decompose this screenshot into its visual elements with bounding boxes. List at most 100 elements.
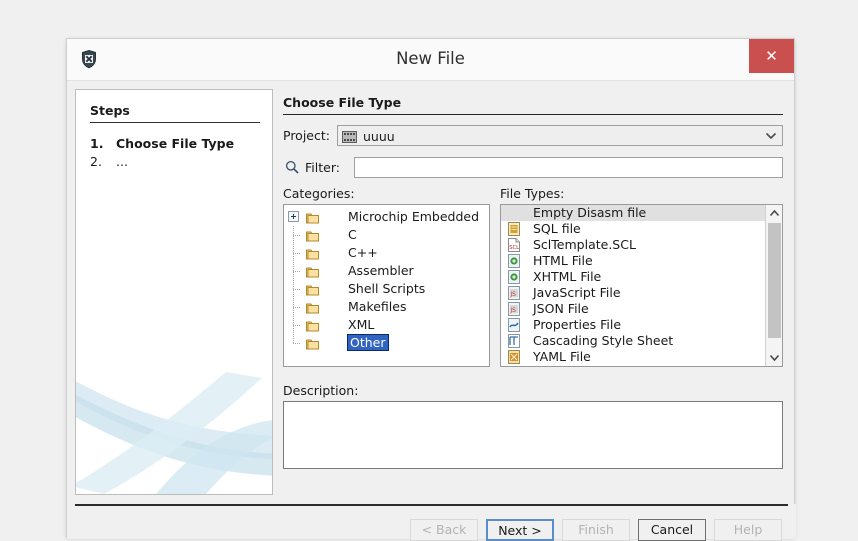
- no-icon: [507, 206, 521, 220]
- xhtml-icon: [507, 270, 521, 284]
- footer-divider: [75, 504, 788, 506]
- step-item-2: 2....: [90, 154, 128, 169]
- cancel-button[interactable]: Cancel: [638, 519, 706, 541]
- step-label: ...: [116, 154, 128, 169]
- project-label: Project:: [283, 128, 330, 143]
- tree-line: [293, 334, 294, 343]
- steps-divider: [90, 122, 260, 123]
- file-type-label: Properties File: [533, 317, 622, 332]
- tree-tick: [293, 235, 300, 236]
- file-type-label: Cascading Style Sheet: [533, 333, 674, 348]
- step-number: 2.: [90, 154, 102, 169]
- dialog-title: New File: [396, 49, 465, 68]
- next-button[interactable]: Next >: [486, 519, 554, 541]
- css-icon: [507, 334, 521, 348]
- category-item[interactable]: Assembler: [284, 262, 489, 280]
- page-title: Choose File Type: [283, 95, 402, 110]
- scrollbar-thumb[interactable]: [768, 223, 781, 338]
- file-type-label: SclTemplate.SCL: [533, 237, 636, 252]
- folder-icon: [306, 283, 319, 296]
- new-file-dialog: New File ✕ Steps 1. Choose File Type 2...…: [66, 38, 796, 541]
- tree-tick: [293, 253, 300, 254]
- content-panel: Choose File Type Project: uuuu Filter: C…: [281, 89, 788, 495]
- step-number: 1.: [90, 136, 104, 151]
- category-label: XML: [348, 317, 375, 332]
- tree-tick: [293, 307, 300, 308]
- category-item[interactable]: C++: [284, 244, 489, 262]
- steps-panel: Steps 1. Choose File Type 2....: [75, 89, 273, 495]
- dialog-titlebar: New File ✕: [67, 39, 794, 81]
- file-types-items: Empty Disasm file SQL file SCL SclTempla…: [501, 205, 765, 366]
- category-label: Shell Scripts: [348, 281, 426, 296]
- yaml-icon: [507, 350, 521, 364]
- file-type-item[interactable]: SCL SclTemplate.SCL: [501, 237, 765, 253]
- svg-text:SCL: SCL: [509, 245, 519, 251]
- category-item-selected[interactable]: Other: [284, 334, 489, 352]
- file-type-item[interactable]: Properties File: [501, 317, 765, 333]
- chevron-down-icon[interactable]: [766, 349, 782, 366]
- js-icon: JS: [507, 286, 521, 300]
- file-type-label: JSON File: [533, 301, 589, 316]
- file-type-item[interactable]: HTML File: [501, 253, 765, 269]
- tree-tick: [293, 325, 300, 326]
- tree-tick: [293, 343, 300, 344]
- help-button[interactable]: Help: [714, 519, 782, 541]
- html-icon: [507, 254, 521, 268]
- category-label: Microchip Embedded: [348, 209, 480, 224]
- file-type-item-selected[interactable]: Empty Disasm file: [501, 205, 765, 221]
- filter-input-field[interactable]: [355, 159, 782, 178]
- file-types-label: File Types:: [500, 186, 565, 201]
- chevron-up-icon[interactable]: [766, 205, 782, 222]
- file-type-label: XHTML File: [533, 269, 602, 284]
- folder-icon: [306, 301, 319, 314]
- file-type-item[interactable]: XHTML File: [501, 269, 765, 285]
- dialog-footer: < Back Next > Finish Cancel Help: [67, 504, 796, 541]
- close-button[interactable]: ✕: [749, 39, 794, 73]
- finish-button[interactable]: Finish: [562, 519, 630, 541]
- category-label: Other: [347, 334, 389, 351]
- chevron-down-icon[interactable]: [761, 126, 781, 145]
- description-box[interactable]: [283, 401, 783, 469]
- file-type-label: HTML File: [533, 253, 593, 268]
- project-value: uuuu: [363, 129, 395, 144]
- category-item[interactable]: XML: [284, 316, 489, 334]
- back-button[interactable]: < Back: [410, 519, 478, 541]
- category-item[interactable]: Microchip Embedded: [284, 208, 489, 226]
- filter-label: Filter:: [305, 160, 340, 175]
- file-type-item[interactable]: Cascading Style Sheet: [501, 333, 765, 349]
- step-label: Choose File Type: [116, 136, 235, 151]
- filter-input[interactable]: [354, 157, 783, 178]
- dialog-body: Steps 1. Choose File Type 2.... Choose Fi…: [67, 81, 796, 504]
- project-combobox[interactable]: uuuu: [337, 125, 783, 146]
- file-type-item[interactable]: Empty File: [501, 365, 765, 366]
- content-divider: [283, 114, 783, 115]
- expand-icon[interactable]: [288, 211, 299, 222]
- category-item[interactable]: Makefiles: [284, 298, 489, 316]
- file-types-scrollbar[interactable]: [765, 205, 782, 366]
- file-type-item[interactable]: JS JSON File: [501, 301, 765, 317]
- categories-list[interactable]: Microchip Embedded C C++ Assembler Shell…: [283, 204, 490, 367]
- file-type-item[interactable]: JS JavaScript File: [501, 285, 765, 301]
- file-type-item[interactable]: SQL file: [501, 221, 765, 237]
- folder-icon: [306, 319, 319, 332]
- file-type-label: YAML File: [533, 349, 591, 364]
- category-item[interactable]: C: [284, 226, 489, 244]
- category-item[interactable]: Shell Scripts: [284, 280, 489, 298]
- file-type-label: Empty File: [533, 365, 598, 366]
- description-label: Description:: [283, 383, 359, 398]
- category-label: C++: [348, 245, 378, 260]
- sql-icon: [507, 222, 521, 236]
- steps-heading: Steps: [90, 103, 130, 118]
- file-type-label: Empty Disasm file: [533, 205, 647, 220]
- scl-icon: SCL: [507, 238, 521, 252]
- categories-label: Categories:: [283, 186, 355, 201]
- tree-tick: [293, 289, 300, 290]
- file-type-label: SQL file: [533, 221, 581, 236]
- file-type-item[interactable]: YAML File: [501, 349, 765, 365]
- category-label: Makefiles: [348, 299, 407, 314]
- svg-text:JS: JS: [509, 307, 516, 314]
- decorative-swoosh-graphic: [76, 372, 272, 494]
- props-icon: [507, 318, 521, 332]
- svg-text:JS: JS: [509, 291, 516, 298]
- file-types-list[interactable]: Empty Disasm file SQL file SCL SclTempla…: [500, 204, 783, 367]
